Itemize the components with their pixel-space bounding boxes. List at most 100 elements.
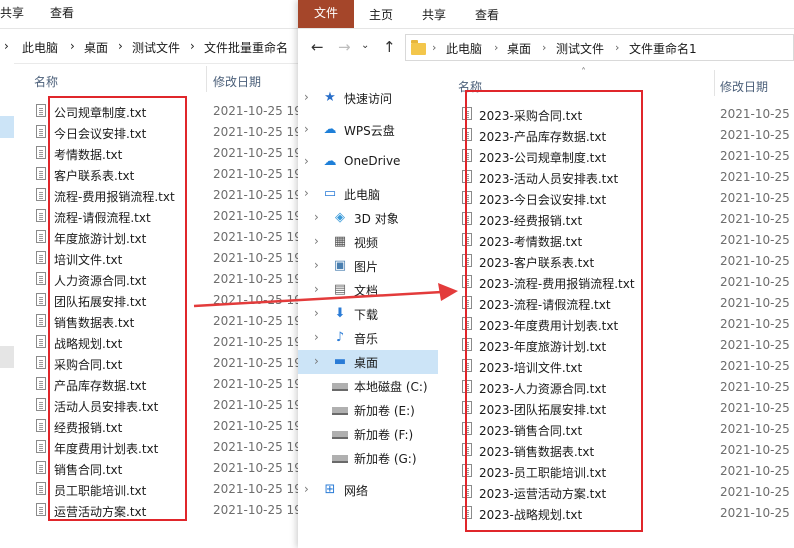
file-modified-date: 2021-10-25 19 (720, 170, 794, 184)
nav-item[interactable]: › ◈ 3D 对象 (298, 206, 438, 230)
nav-item[interactable]: › ▬ 桌面 (298, 350, 438, 374)
chevron-right-icon[interactable]: › (314, 354, 319, 368)
nav-item[interactable]: 新加卷 (E:) (298, 398, 438, 422)
chevron-right-icon[interactable]: › (314, 210, 319, 224)
breadcrumb-separator: › (432, 41, 437, 54)
left-crumb-desktop[interactable]: 桌面 (84, 39, 108, 56)
left-tab-view[interactable]: 查看 (50, 4, 74, 21)
left-crumb-folder[interactable]: 文件批量重命名 (204, 39, 288, 56)
nav-item-label: 新加卷 (F:) (354, 428, 414, 442)
text-file-icon (36, 356, 46, 369)
file-modified-date: 2021-10-25 19 (213, 503, 300, 517)
nav-item-label: 3D 对象 (354, 212, 399, 226)
nav-item[interactable]: › ☁ WPS云盘 (298, 118, 438, 142)
text-file-icon (36, 125, 46, 138)
breadcrumb-separator: › (542, 41, 547, 54)
chevron-right-icon[interactable]: › (304, 482, 309, 496)
nav-item[interactable]: › ⊞ 网络 (298, 478, 438, 502)
nav-item-label: WPS云盘 (344, 124, 395, 138)
left-crumb-test-files[interactable]: 测试文件 (132, 39, 180, 56)
breadcrumb-separator: › (4, 39, 9, 53)
file-modified-date: 2021-10-25 19 (720, 443, 794, 457)
nav-item[interactable]: 新加卷 (G:) (298, 446, 438, 470)
file-modified-date: 2021-10-25 19 (213, 398, 300, 412)
right-tab-view[interactable]: 查看 (475, 6, 499, 23)
left-tab-share[interactable]: 共享 (0, 4, 24, 21)
text-file-icon (36, 251, 46, 264)
file-modified-date: 2021-10-25 19 (720, 212, 794, 226)
right-tab-home[interactable]: 主页 (369, 6, 393, 23)
nav-item[interactable]: › ★ 快速访问 (298, 86, 438, 110)
drive-icon (332, 378, 348, 393)
file-modified-date: 2021-10-25 19 (213, 167, 300, 181)
nav-item-label: 本地磁盘 (C:) (354, 380, 428, 394)
back-arrow-icon[interactable]: ← (311, 38, 324, 56)
chevron-right-icon[interactable]: › (314, 330, 319, 344)
file-modified-date: 2021-10-25 19 (213, 209, 300, 223)
computer-icon: ▭ (323, 186, 337, 201)
transform-arrow-icon (193, 283, 458, 308)
right-crumb-test-files[interactable]: 测试文件 (556, 40, 604, 57)
column-divider[interactable] (714, 70, 715, 96)
file-modified-date: 2021-10-25 19 (213, 419, 300, 433)
file-modified-date: 2021-10-25 19 (720, 380, 794, 394)
nav-item[interactable]: › ▦ 视频 (298, 230, 438, 254)
left-col-name[interactable]: 名称 (34, 73, 58, 90)
nav-item-label: 新加卷 (E:) (354, 404, 415, 418)
column-divider[interactable] (206, 66, 207, 92)
up-arrow-icon[interactable]: ↑ (383, 38, 396, 56)
nav-item-label: 音乐 (354, 332, 379, 346)
text-file-icon (36, 104, 46, 117)
file-modified-date: 2021-10-25 19 (720, 107, 794, 121)
nav-item[interactable]: › ▭ 此电脑 (298, 182, 438, 206)
text-file-icon (36, 167, 46, 180)
chevron-right-icon[interactable]: › (304, 90, 309, 104)
text-file-icon (36, 419, 46, 432)
chevron-right-icon[interactable]: › (304, 122, 309, 136)
file-modified-date: 2021-10-25 19 (213, 125, 300, 139)
file-modified-date: 2021-10-25 19 (213, 440, 300, 454)
nav-item-label: 网络 (344, 484, 369, 498)
nav-item-label: 此电脑 (344, 188, 381, 202)
forward-arrow-icon[interactable]: → (338, 38, 351, 56)
file-modified-date: 2021-10-25 19 (720, 128, 794, 142)
chevron-down-icon[interactable]: ⌄ (361, 40, 369, 51)
breadcrumb-separator: › (190, 39, 195, 53)
left-address-bar[interactable]: › 此电脑 › 桌面 › 测试文件 › 文件批量重命名 (0, 29, 300, 64)
left-col-modified[interactable]: 修改日期 (213, 73, 261, 90)
text-file-icon (36, 188, 46, 201)
chevron-right-icon[interactable]: › (304, 154, 309, 168)
text-file-icon (36, 272, 46, 285)
file-modified-date: 2021-10-25 19 (720, 422, 794, 436)
right-col-modified[interactable]: 修改日期 (720, 78, 768, 95)
cloud-icon: ☁ (323, 122, 337, 137)
text-file-icon (36, 482, 46, 495)
file-modified-date: 2021-10-25 19 (720, 338, 794, 352)
chevron-right-icon[interactable]: › (314, 234, 319, 248)
right-tab-share[interactable]: 共享 (422, 6, 446, 23)
file-modified-date: 2021-10-25 19 (720, 359, 794, 373)
breadcrumb-separator: › (615, 41, 620, 54)
text-file-icon (36, 335, 46, 348)
drive-icon (332, 426, 348, 441)
text-file-icon (36, 146, 46, 159)
nav-item[interactable]: 新加卷 (F:) (298, 422, 438, 446)
file-modified-date: 2021-10-25 19 (720, 317, 794, 331)
nav-item[interactable]: › ☁ OneDrive (298, 150, 438, 174)
chevron-right-icon[interactable]: › (304, 186, 309, 200)
text-file-icon (36, 314, 46, 327)
file-modified-date: 2021-10-25 19 (213, 356, 300, 370)
star-icon: ★ (324, 90, 336, 105)
file-modified-date: 2021-10-25 19 (213, 230, 300, 244)
folder-icon (411, 40, 426, 55)
right-tab-file[interactable]: 文件 (298, 0, 354, 28)
left-crumb-this-pc[interactable]: 此电脑 (22, 39, 58, 56)
file-modified-date: 2021-10-25 19 (213, 461, 300, 475)
right-address-bar[interactable]: › 此电脑 › 桌面 › 测试文件 › 文件重命名1 (405, 34, 794, 61)
file-modified-date: 2021-10-25 19 (213, 251, 300, 265)
nav-item[interactable]: 本地磁盘 (C:) (298, 374, 438, 398)
right-crumb-this-pc[interactable]: 此电脑 (446, 40, 482, 57)
right-crumb-desktop[interactable]: 桌面 (507, 40, 531, 57)
right-crumb-folder[interactable]: 文件重命名1 (629, 40, 697, 57)
breadcrumb-separator: › (118, 39, 123, 53)
